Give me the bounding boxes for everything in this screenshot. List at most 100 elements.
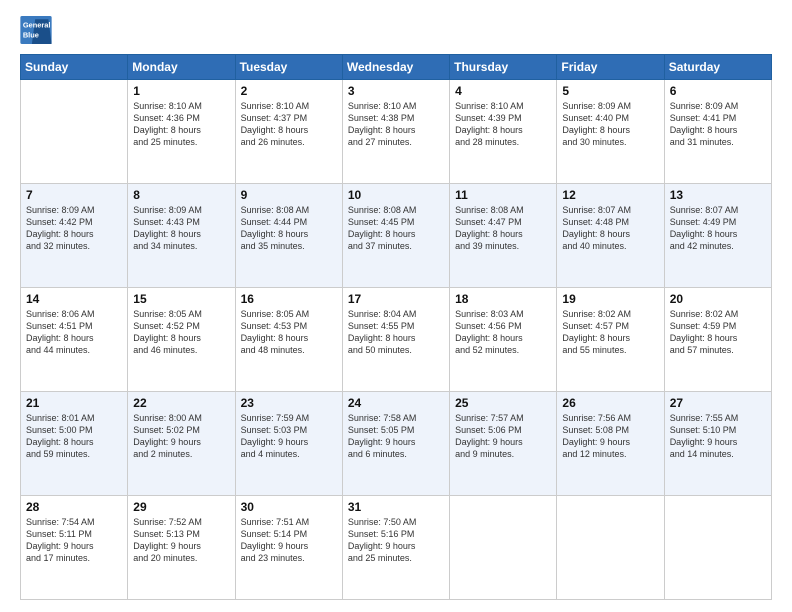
week-row-3: 14 Sunrise: 8:06 AMSunset: 4:51 PMDayligh… [21,288,772,392]
weekday-header-row: SundayMondayTuesdayWednesdayThursdayFrid… [21,55,772,80]
day-info: Sunrise: 8:05 AMSunset: 4:52 PMDaylight:… [133,308,229,357]
day-info: Sunrise: 8:07 AMSunset: 4:48 PMDaylight:… [562,204,658,253]
day-info: Sunrise: 7:55 AMSunset: 5:10 PMDaylight:… [670,412,766,461]
day-info: Sunrise: 7:50 AMSunset: 5:16 PMDaylight:… [348,516,444,565]
day-number: 26 [562,396,658,410]
day-info: Sunrise: 8:09 AMSunset: 4:41 PMDaylight:… [670,100,766,149]
weekday-header-tuesday: Tuesday [235,55,342,80]
week-row-4: 21 Sunrise: 8:01 AMSunset: 5:00 PMDayligh… [21,392,772,496]
day-number: 2 [241,84,337,98]
day-info: Sunrise: 8:08 AMSunset: 4:45 PMDaylight:… [348,204,444,253]
svg-text:General: General [23,21,51,30]
weekday-header-friday: Friday [557,55,664,80]
day-cell: 16 Sunrise: 8:05 AMSunset: 4:53 PMDayligh… [235,288,342,392]
day-number: 15 [133,292,229,306]
day-cell: 3 Sunrise: 8:10 AMSunset: 4:38 PMDaylight… [342,80,449,184]
day-number: 18 [455,292,551,306]
day-number: 10 [348,188,444,202]
day-info: Sunrise: 7:57 AMSunset: 5:06 PMDaylight:… [455,412,551,461]
day-cell: 18 Sunrise: 8:03 AMSunset: 4:56 PMDayligh… [450,288,557,392]
day-cell: 20Sunrise: 8:02 AMSunset: 4:59 PMDayligh… [664,288,771,392]
day-cell: 29 Sunrise: 7:52 AMSunset: 5:13 PMDayligh… [128,496,235,600]
week-row-2: 7 Sunrise: 8:09 AMSunset: 4:42 PMDaylight… [21,184,772,288]
day-cell: 10 Sunrise: 8:08 AMSunset: 4:45 PMDayligh… [342,184,449,288]
day-number: 8 [133,188,229,202]
weekday-header-sunday: Sunday [21,55,128,80]
day-info: Sunrise: 8:09 AMSunset: 4:40 PMDaylight:… [562,100,658,149]
day-cell: 13 Sunrise: 8:07 AMSunset: 4:49 PMDayligh… [664,184,771,288]
day-cell: 11Sunrise: 8:08 AMSunset: 4:47 PMDayligh… [450,184,557,288]
day-number: 21 [26,396,122,410]
page: General Blue SundayMondayTuesdayWednesda… [0,0,792,612]
day-info: Sunrise: 7:56 AMSunset: 5:08 PMDaylight:… [562,412,658,461]
day-info: Sunrise: 8:09 AMSunset: 4:43 PMDaylight:… [133,204,229,253]
week-row-5: 28 Sunrise: 7:54 AMSunset: 5:11 PMDayligh… [21,496,772,600]
day-number: 6 [670,84,766,98]
day-info: Sunrise: 8:10 AMSunset: 4:36 PMDaylight:… [133,100,229,149]
day-cell: 27 Sunrise: 7:55 AMSunset: 5:10 PMDayligh… [664,392,771,496]
logo: General Blue [20,16,52,44]
day-number: 14 [26,292,122,306]
weekday-header-monday: Monday [128,55,235,80]
weekday-header-saturday: Saturday [664,55,771,80]
day-number: 20 [670,292,766,306]
day-cell: 12 Sunrise: 8:07 AMSunset: 4:48 PMDayligh… [557,184,664,288]
day-cell: 5 Sunrise: 8:09 AMSunset: 4:40 PMDaylight… [557,80,664,184]
day-cell: 30 Sunrise: 7:51 AMSunset: 5:14 PMDayligh… [235,496,342,600]
day-cell: 2Sunrise: 8:10 AMSunset: 4:37 PMDaylight… [235,80,342,184]
header: General Blue [20,16,772,44]
day-cell: 24 Sunrise: 7:58 AMSunset: 5:05 PMDayligh… [342,392,449,496]
day-cell: 9Sunrise: 8:08 AMSunset: 4:44 PMDaylight… [235,184,342,288]
day-cell: 14 Sunrise: 8:06 AMSunset: 4:51 PMDayligh… [21,288,128,392]
day-cell [450,496,557,600]
day-cell: 28 Sunrise: 7:54 AMSunset: 5:11 PMDayligh… [21,496,128,600]
day-info: Sunrise: 7:54 AMSunset: 5:11 PMDaylight:… [26,516,122,565]
day-cell: 15 Sunrise: 8:05 AMSunset: 4:52 PMDayligh… [128,288,235,392]
day-info: Sunrise: 7:58 AMSunset: 5:05 PMDaylight:… [348,412,444,461]
day-cell: 19 Sunrise: 8:02 AMSunset: 4:57 PMDayligh… [557,288,664,392]
day-number: 5 [562,84,658,98]
day-cell: 17 Sunrise: 8:04 AMSunset: 4:55 PMDayligh… [342,288,449,392]
day-cell: 26 Sunrise: 7:56 AMSunset: 5:08 PMDayligh… [557,392,664,496]
day-number: 13 [670,188,766,202]
day-number: 30 [241,500,337,514]
day-info: Sunrise: 8:07 AMSunset: 4:49 PMDaylight:… [670,204,766,253]
day-info: Sunrise: 8:10 AMSunset: 4:38 PMDaylight:… [348,100,444,149]
day-number: 22 [133,396,229,410]
day-info: Sunrise: 8:09 AMSunset: 4:42 PMDaylight:… [26,204,122,253]
day-cell: 8 Sunrise: 8:09 AMSunset: 4:43 PMDaylight… [128,184,235,288]
svg-text:Blue: Blue [23,30,39,39]
day-info: Sunrise: 8:08 AMSunset: 4:47 PMDaylight:… [455,204,551,253]
weekday-header-wednesday: Wednesday [342,55,449,80]
day-number: 19 [562,292,658,306]
day-info: Sunrise: 7:59 AMSunset: 5:03 PMDaylight:… [241,412,337,461]
day-info: Sunrise: 8:03 AMSunset: 4:56 PMDaylight:… [455,308,551,357]
day-info: Sunrise: 8:06 AMSunset: 4:51 PMDaylight:… [26,308,122,357]
day-info: Sunrise: 7:51 AMSunset: 5:14 PMDaylight:… [241,516,337,565]
day-cell: 31Sunrise: 7:50 AMSunset: 5:16 PMDayligh… [342,496,449,600]
day-info: Sunrise: 8:08 AMSunset: 4:44 PMDaylight:… [241,204,337,253]
day-info: Sunrise: 8:05 AMSunset: 4:53 PMDaylight:… [241,308,337,357]
day-cell: 25Sunrise: 7:57 AMSunset: 5:06 PMDayligh… [450,392,557,496]
logo-icon: General Blue [20,16,52,44]
day-cell: 23Sunrise: 7:59 AMSunset: 5:03 PMDayligh… [235,392,342,496]
day-cell [664,496,771,600]
day-cell: 22Sunrise: 8:00 AMSunset: 5:02 PMDayligh… [128,392,235,496]
day-number: 7 [26,188,122,202]
day-info: Sunrise: 8:02 AMSunset: 4:57 PMDaylight:… [562,308,658,357]
day-number: 3 [348,84,444,98]
day-number: 24 [348,396,444,410]
day-number: 29 [133,500,229,514]
day-info: Sunrise: 8:01 AMSunset: 5:00 PMDaylight:… [26,412,122,461]
day-number: 16 [241,292,337,306]
weekday-header-thursday: Thursday [450,55,557,80]
day-info: Sunrise: 8:04 AMSunset: 4:55 PMDaylight:… [348,308,444,357]
day-number: 12 [562,188,658,202]
day-number: 1 [133,84,229,98]
week-row-1: 1 Sunrise: 8:10 AMSunset: 4:36 PMDaylight… [21,80,772,184]
day-info: Sunrise: 8:10 AMSunset: 4:39 PMDaylight:… [455,100,551,149]
day-info: Sunrise: 7:52 AMSunset: 5:13 PMDaylight:… [133,516,229,565]
day-number: 17 [348,292,444,306]
day-number: 27 [670,396,766,410]
day-number: 28 [26,500,122,514]
